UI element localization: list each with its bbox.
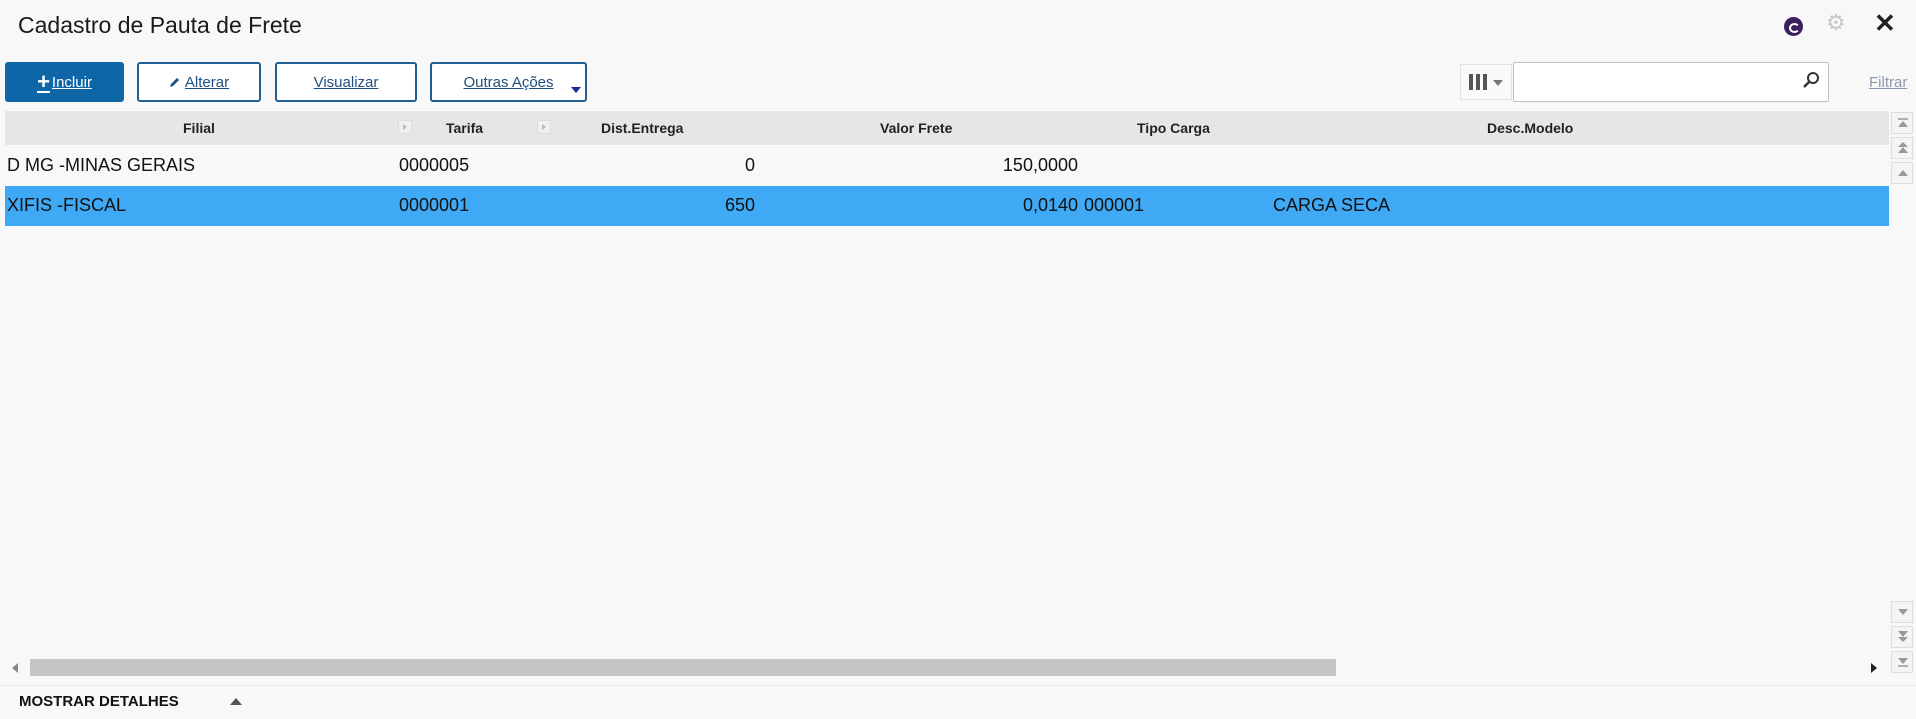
show-details-label[interactable]: MOSTRAR DETALHES bbox=[19, 693, 179, 710]
cell-dist-entrega: 650 bbox=[724, 195, 755, 215]
column-header-valor-frete[interactable]: Valor Frete bbox=[880, 120, 952, 136]
totvs-logo-icon[interactable] bbox=[1784, 17, 1803, 36]
details-bar[interactable]: MOSTRAR DETALHES bbox=[0, 685, 1916, 719]
data-grid: Filial Tarifa Dist.Entrega Valor Frete T… bbox=[5, 111, 1889, 659]
view-button-label: Visualizar bbox=[313, 73, 379, 91]
column-header-dist-entrega[interactable]: Dist.Entrega bbox=[601, 120, 683, 136]
filter-link[interactable]: Filtrar bbox=[1869, 74, 1907, 91]
column-header-tarifa[interactable]: Tarifa bbox=[446, 120, 483, 136]
page-title: Cadastro de Pauta de Frete bbox=[18, 12, 302, 38]
search-input[interactable] bbox=[1520, 63, 1790, 99]
plus-icon: + bbox=[37, 69, 50, 94]
scroll-down-icon[interactable] bbox=[1891, 601, 1913, 623]
column-resize-handle[interactable] bbox=[537, 120, 551, 134]
cell-tarifa: 0000005 bbox=[399, 155, 470, 175]
other-actions-button[interactable]: Outras Ações bbox=[430, 62, 587, 102]
pencil-icon bbox=[169, 78, 179, 87]
columns-icon bbox=[1469, 74, 1487, 90]
scroll-first-icon[interactable] bbox=[1891, 112, 1913, 134]
grid-header: Filial Tarifa Dist.Entrega Valor Frete T… bbox=[5, 111, 1889, 145]
table-row-selected[interactable]: XIFIS -FISCAL 0000001 650 0,0140 000001 … bbox=[5, 186, 1889, 226]
include-button[interactable]: + Incluir bbox=[5, 62, 124, 102]
vertical-scrollbar[interactable] bbox=[1890, 111, 1916, 681]
scroll-last-icon[interactable] bbox=[1891, 651, 1913, 673]
caret-down-icon bbox=[1493, 80, 1503, 86]
scroll-up-icon[interactable] bbox=[1891, 162, 1913, 184]
caret-up-icon[interactable] bbox=[230, 698, 242, 705]
view-button[interactable]: Visualizar bbox=[275, 62, 417, 102]
cell-tipo-carga: 000001 bbox=[1084, 195, 1145, 215]
alter-button[interactable]: Alterar bbox=[137, 62, 261, 102]
scroll-page-down-icon[interactable] bbox=[1891, 626, 1913, 648]
search-box bbox=[1513, 62, 1829, 102]
cell-desc-modelo: CARGA SECA bbox=[1273, 195, 1391, 215]
column-header-desc-modelo[interactable]: Desc.Modelo bbox=[1487, 120, 1573, 136]
scroll-page-up-icon[interactable] bbox=[1891, 137, 1913, 159]
cell-filial: D MG -MINAS GERAIS bbox=[7, 155, 196, 175]
cell-valor-frete: 150,0000 bbox=[1002, 155, 1078, 175]
title-bar: Cadastro de Pauta de Frete ⚙ ✕ bbox=[0, 0, 1916, 52]
cell-filial: XIFIS -FISCAL bbox=[7, 195, 127, 215]
close-icon[interactable]: ✕ bbox=[1874, 10, 1896, 36]
column-header-tipo-carga[interactable]: Tipo Carga bbox=[1137, 120, 1210, 136]
table-row[interactable]: D MG -MINAS GERAIS 0000005 0 150,0000 bbox=[5, 146, 1889, 186]
horizontal-scrollbar[interactable] bbox=[5, 657, 1883, 678]
cell-valor-frete: 0,0140 bbox=[1022, 195, 1078, 215]
horizontal-scroll-thumb[interactable] bbox=[30, 659, 1336, 676]
column-selector[interactable] bbox=[1460, 64, 1512, 100]
scroll-left-icon[interactable] bbox=[12, 663, 18, 673]
caret-down-icon bbox=[571, 87, 581, 93]
scroll-right-icon[interactable] bbox=[1871, 663, 1877, 673]
cell-dist-entrega: 0 bbox=[744, 155, 755, 175]
gear-icon[interactable]: ⚙ bbox=[1826, 12, 1846, 34]
alter-button-label: Alterar bbox=[184, 73, 230, 91]
column-header-filial[interactable]: Filial bbox=[183, 120, 215, 136]
column-resize-handle[interactable] bbox=[398, 120, 412, 134]
search-icon[interactable] bbox=[1802, 71, 1820, 89]
other-actions-label: Outras Ações bbox=[463, 73, 554, 91]
include-button-label: Incluir bbox=[51, 73, 92, 91]
cell-tarifa: 0000001 bbox=[399, 195, 470, 215]
